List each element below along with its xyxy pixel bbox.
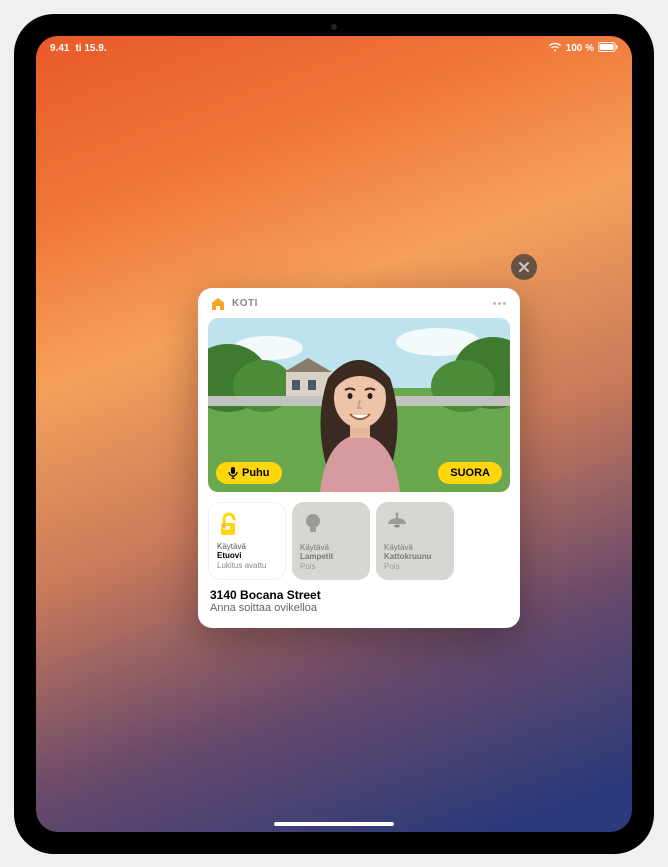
accessory-tiles: ! Käytävä Etuovi Lukitus avattu (198, 492, 520, 588)
status-time: 9.41 (50, 43, 69, 54)
tile-room-label: Käytävä (384, 544, 446, 553)
address-text: 3140 Bocana Street (210, 588, 508, 602)
close-icon (518, 261, 530, 273)
home-app-icon (210, 296, 226, 312)
tile-status-label: Pois (300, 562, 362, 572)
tile-status-label: Pois (384, 562, 446, 572)
home-indicator[interactable] (274, 822, 394, 826)
battery-icon (598, 42, 618, 55)
battery-percentage: 100 % (566, 43, 594, 54)
chandelier-icon (384, 510, 446, 536)
microphone-icon (228, 467, 238, 479)
talk-button-label: Puhu (242, 467, 270, 479)
card-header: KOTI (198, 288, 520, 318)
bulb-icon (300, 510, 362, 536)
home-notification-card: KOTI (198, 288, 520, 628)
tile-device-label: Kattokruunu (384, 552, 446, 562)
front-camera-dot (331, 24, 337, 30)
close-button[interactable] (511, 254, 537, 280)
card-app-name: KOTI (232, 298, 258, 309)
wifi-icon (548, 42, 562, 55)
ipad-device-frame: 9.41 ti 15.9. 100 % (14, 14, 654, 854)
talk-button[interactable]: Puhu (216, 462, 282, 484)
tile-room-label: Käytävä (300, 544, 362, 553)
tile-room-label: Käytävä (217, 543, 277, 552)
card-footer: 3140 Bocana Street Anna soittaa ovikello… (198, 588, 520, 628)
doorbell-camera-view[interactable]: Puhu SUORA (208, 318, 510, 492)
tile-chandelier[interactable]: Käytävä Kattokruunu Pois (376, 502, 454, 580)
live-badge-label: SUORA (450, 467, 490, 479)
live-badge: SUORA (438, 462, 502, 484)
status-bar: 9.41 ti 15.9. 100 % (36, 36, 632, 58)
screen: 9.41 ti 15.9. 100 % (36, 36, 632, 832)
tile-front-door-lock[interactable]: ! Käytävä Etuovi Lukitus avattu (208, 502, 286, 580)
tile-status-label: Lukitus avattu (217, 561, 277, 571)
svg-text:!: ! (223, 523, 224, 528)
subtitle-text: Anna soittaa ovikelloa (210, 602, 508, 614)
tile-sconces[interactable]: Käytävä Lampetit Pois (292, 502, 370, 580)
lock-open-icon: ! (217, 511, 277, 537)
tile-device-label: Lampetit (300, 552, 362, 562)
tile-device-label: Etuovi (217, 551, 277, 561)
more-button[interactable] (490, 302, 508, 306)
status-date: ti 15.9. (75, 43, 106, 54)
